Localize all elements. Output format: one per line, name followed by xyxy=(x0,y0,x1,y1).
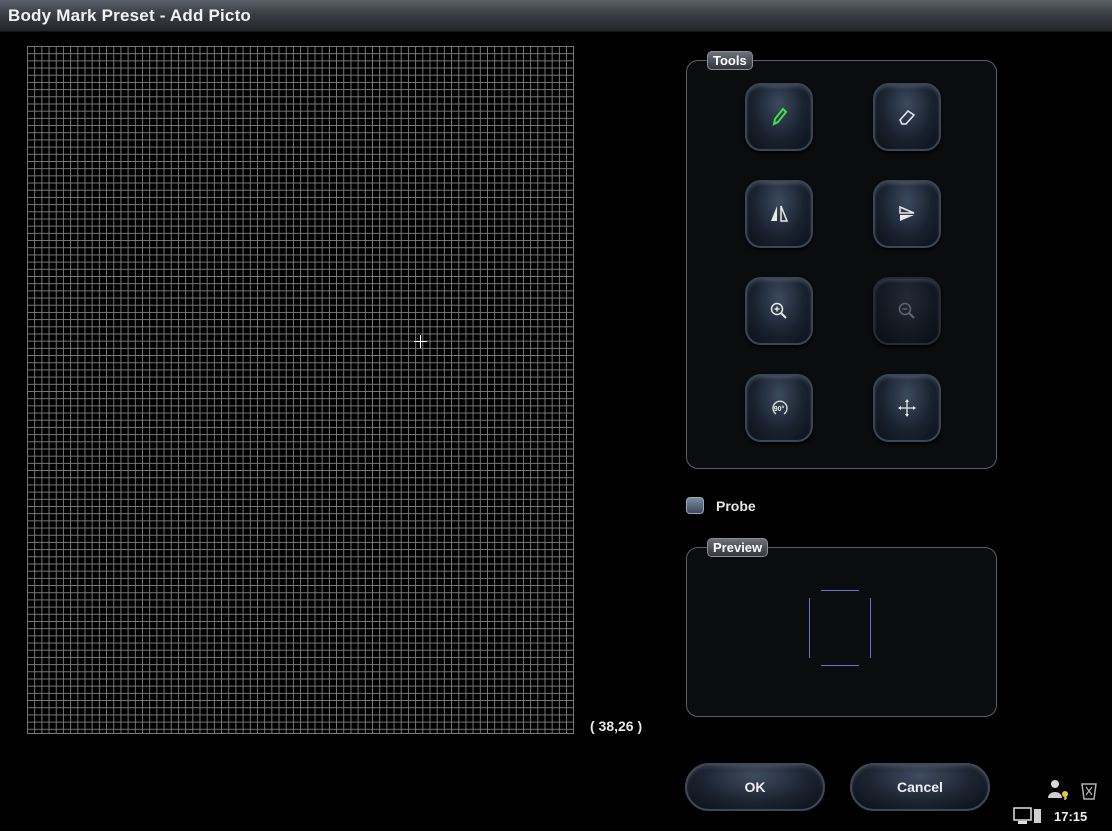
eraser-button[interactable] xyxy=(873,83,941,151)
user-icon[interactable] xyxy=(1046,779,1072,801)
probe-label: Probe xyxy=(716,497,756,514)
ok-button[interactable]: OK xyxy=(685,763,825,811)
title-bar: Body Mark Preset - Add Picto xyxy=(0,0,1112,32)
probe-option[interactable]: Probe xyxy=(686,497,756,514)
preview-group: Preview xyxy=(686,538,997,717)
clock-time: 17:15 xyxy=(1054,809,1088,824)
eraser-icon xyxy=(899,109,916,125)
pencil-icon xyxy=(772,107,788,126)
probe-preview-shape xyxy=(809,590,871,666)
move-icon xyxy=(898,399,916,417)
zoom-out-icon xyxy=(898,302,915,319)
flip-horizontal-button[interactable] xyxy=(745,180,813,248)
zoom-out-button[interactable] xyxy=(873,277,941,345)
move-button[interactable] xyxy=(873,374,941,442)
zoom-in-button[interactable] xyxy=(745,277,813,345)
rotate-90-button[interactable]: 90° xyxy=(745,374,813,442)
drawing-grid[interactable] xyxy=(27,46,574,734)
tools-group: Tools 90° xyxy=(686,51,997,469)
preview-group-label: Preview xyxy=(707,538,769,557)
zoom-in-icon xyxy=(770,302,787,319)
flip-vertical-icon xyxy=(899,205,915,221)
rotate-90-text: 90° xyxy=(774,405,785,413)
flip-horizontal-icon xyxy=(771,205,789,222)
cancel-button[interactable]: Cancel xyxy=(850,763,990,811)
window-title: Body Mark Preset - Add Picto xyxy=(8,6,252,25)
rotate-90-icon: 90° xyxy=(772,400,788,415)
flip-vertical-button[interactable] xyxy=(873,180,941,248)
probe-checkbox[interactable] xyxy=(686,497,704,514)
tools-group-label: Tools xyxy=(707,51,753,70)
monitor-icon[interactable] xyxy=(1013,807,1043,825)
pencil-button[interactable] xyxy=(745,83,813,151)
cursor-coordinates: ( 38,26 ) xyxy=(590,718,643,734)
trash-icon[interactable] xyxy=(1080,781,1098,801)
crosshair-cursor-icon xyxy=(414,335,427,348)
